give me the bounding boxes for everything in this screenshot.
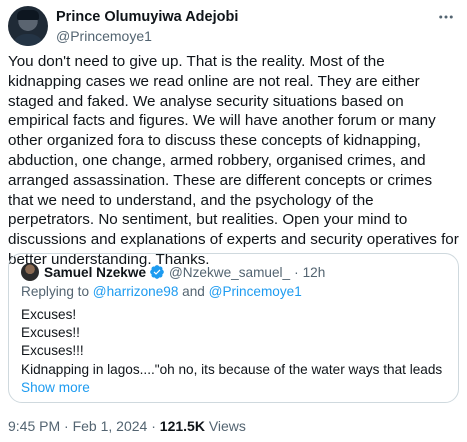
views-label: Views — [208, 418, 246, 434]
tweet-footer: 9:45 PM · Feb 1, 2024 · 121.5K Views — [8, 418, 246, 434]
quoted-text-line: Excuses!! — [21, 325, 80, 340]
tweet-date[interactable]: Feb 1, 2024 — [73, 418, 148, 434]
reply-user-link[interactable]: @harrizone98 — [93, 284, 179, 299]
views-count[interactable]: 121.5K — [160, 418, 205, 434]
verified-badge-icon — [150, 265, 164, 279]
meta-separator: · — [294, 264, 299, 280]
footer-separator: · — [151, 418, 156, 434]
replying-to-conjunction: and — [182, 284, 205, 299]
author-handle[interactable]: @Princemoye1 — [56, 28, 152, 44]
tweet-header: Prince Olumuyiwa Adejobi @Princemoye1 — [8, 6, 459, 46]
reply-user-link[interactable]: @Princemoye1 — [209, 284, 302, 299]
tweet-text: You don't need to give up. That is the r… — [8, 53, 459, 268]
avatar-shoulders-shape — [12, 34, 44, 46]
author-avatar[interactable] — [8, 6, 48, 46]
quoted-tweet-header: Samuel Nzekwe @Nzekwe_samuel_ · 12h — [21, 263, 325, 281]
tweet-time[interactable]: 9:45 PM — [8, 418, 60, 434]
quoted-text-line: Excuses!!! — [21, 343, 84, 358]
quoted-author-name[interactable]: Samuel Nzekwe — [44, 265, 146, 280]
quoted-tweet[interactable]: Samuel Nzekwe @Nzekwe_samuel_ · 12h Repl… — [8, 253, 459, 403]
more-horizontal-icon[interactable] — [435, 8, 457, 26]
replying-to-prefix: Replying to — [21, 284, 90, 299]
show-more-link[interactable]: Show more — [21, 379, 90, 397]
quoted-timestamp[interactable]: 12h — [303, 265, 326, 280]
quoted-truncated-text: Kidnapping in lagos...."oh no, its becau… — [21, 362, 446, 377]
avatar-cap-shape — [17, 10, 39, 20]
author-name[interactable]: Prince Olumuyiwa Adejobi — [56, 9, 238, 25]
quoted-text-lines: Excuses! Excuses!! Excuses!!! — [21, 306, 84, 360]
quoted-author-handle[interactable]: @Nzekwe_samuel_ — [169, 265, 290, 280]
footer-separator: · — [64, 418, 69, 434]
quoted-text-line: Excuses! — [21, 307, 77, 322]
quoted-author-avatar[interactable] — [21, 263, 39, 281]
replying-to: Replying to @harrizone98 and @Princemoye… — [21, 284, 302, 299]
